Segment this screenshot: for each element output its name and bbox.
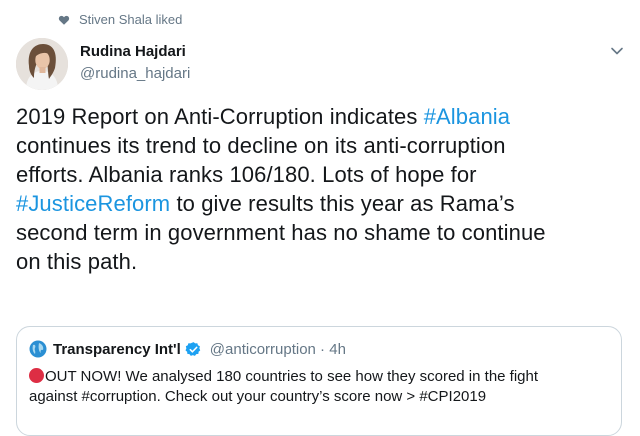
hashtag-albania[interactable]: #Albania: [424, 104, 510, 129]
red-circle-icon: [29, 368, 44, 383]
tweet-header: Rudina Hajdari @rudina_hajdari: [16, 38, 624, 94]
quoted-tweet-text: OUT NOW! We analysed 180 countries to se…: [29, 367, 609, 407]
tweet-text-segment: to give results this year as Rama’s: [170, 191, 515, 216]
avatar[interactable]: [16, 38, 68, 90]
hashtag-justicereform[interactable]: #JusticeReform: [16, 191, 170, 216]
tweet-line: on this path.: [16, 249, 138, 274]
tweet-line: #JusticeReform to give results this year…: [16, 189, 616, 218]
chevron-down-icon[interactable]: [610, 44, 624, 58]
globe-icon: [29, 340, 47, 358]
quoted-line: OUT NOW! We analysed 180 countries to se…: [29, 367, 609, 387]
tweet-text-segment: 2019 Report on Anti-Corruption indicates: [16, 104, 424, 129]
heart-icon: [58, 15, 70, 25]
verified-badge-icon: [185, 341, 201, 356]
quoted-tweet-header: Transparency Int'l @anticorruption · 4h: [29, 340, 346, 358]
quoted-author-handle[interactable]: @anticorruption · 4h: [210, 341, 346, 358]
avatar-portrait: [16, 38, 68, 90]
tweet-line: efforts. Albania ranks 106/180. Lots of …: [16, 162, 477, 187]
tweet-text: 2019 Report on Anti-Corruption indicates…: [16, 102, 616, 276]
tweet-line: 2019 Report on Anti-Corruption indicates…: [16, 102, 616, 131]
quoted-text-segment: OUT NOW! We analysed 180 countries to se…: [45, 368, 539, 385]
author-name[interactable]: Rudina Hajdari: [80, 43, 186, 60]
social-context: Stiven Shala liked: [58, 12, 182, 27]
author-handle[interactable]: @rudina_hajdari: [80, 65, 190, 82]
quoted-line: against #corruption. Check out your coun…: [29, 388, 487, 405]
quoted-tweet[interactable]: Transparency Int'l @anticorruption · 4h …: [16, 326, 622, 436]
tweet-line: continues its trend to decline on its an…: [16, 133, 506, 158]
social-context-text[interactable]: Stiven Shala liked: [79, 12, 182, 27]
quoted-author-name[interactable]: Transparency Int'l: [53, 341, 181, 358]
tweet-line: second term in government has no shame t…: [16, 220, 546, 245]
